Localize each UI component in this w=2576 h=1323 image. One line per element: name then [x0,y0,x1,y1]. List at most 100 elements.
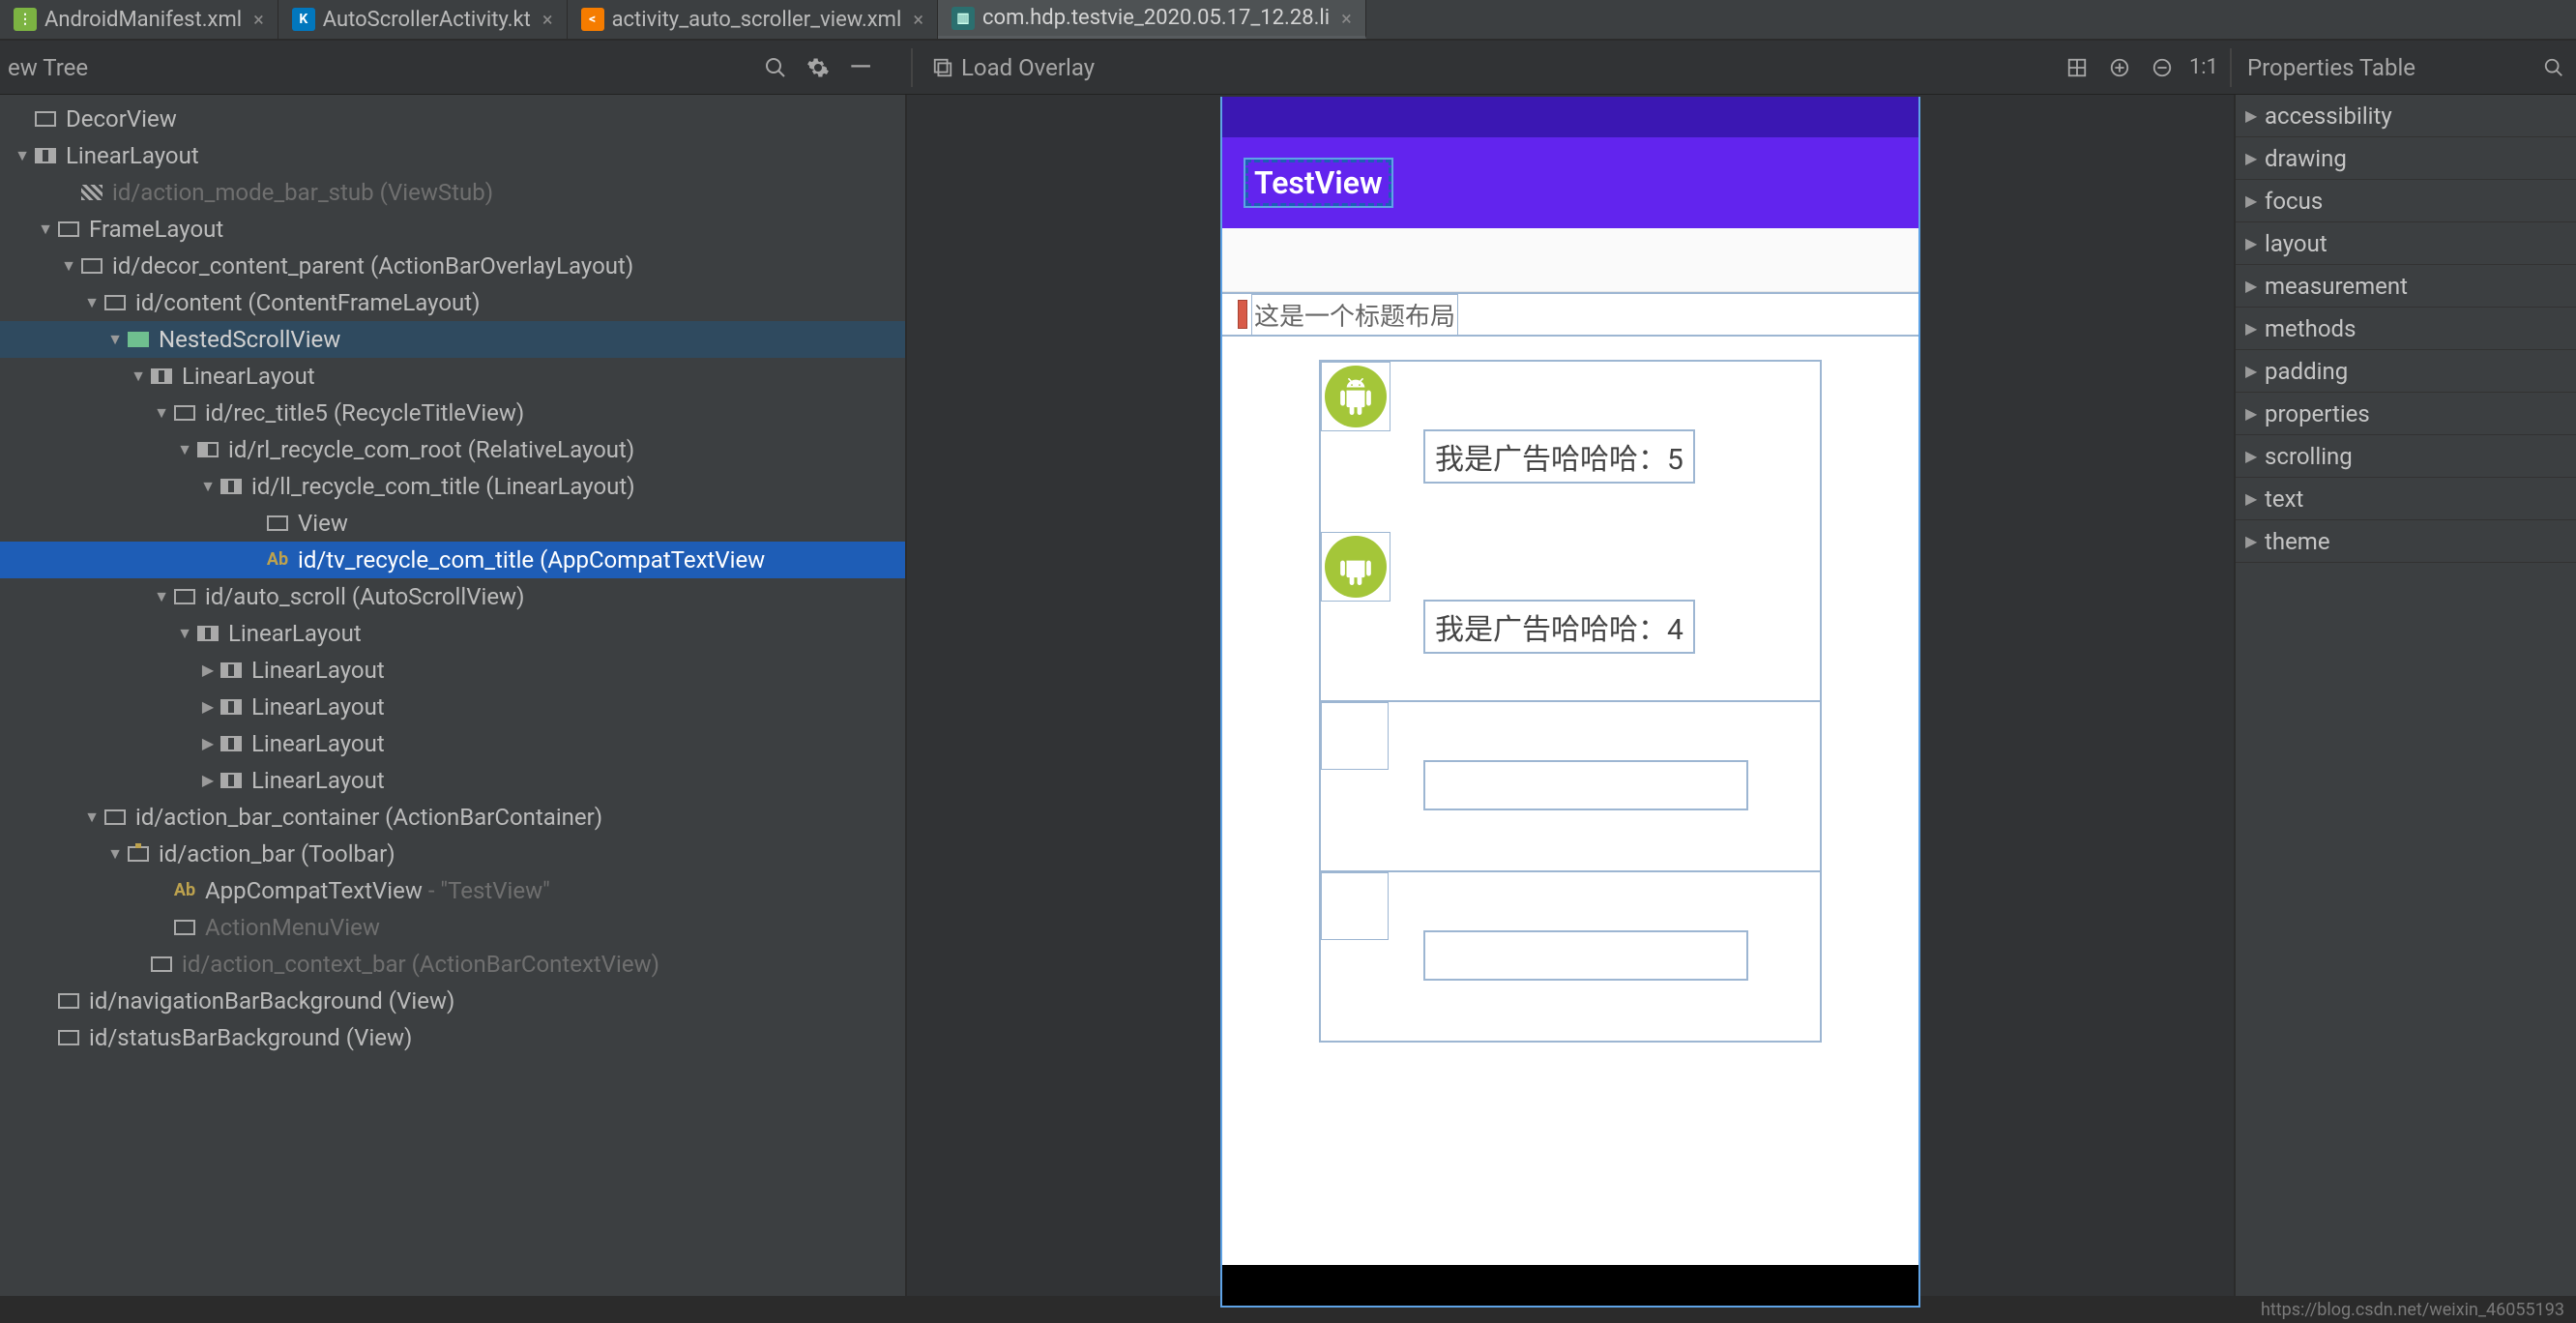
tree-node-actionbaroverlay[interactable]: ▼id/decor_content_parent (ActionBarOverl… [0,248,905,284]
property-group-drawing[interactable]: ▶drawing [2236,137,2576,180]
section-title-text: 这是一个标题布局 [1251,294,1458,336]
separator [911,48,913,87]
minimize-icon[interactable]: — [839,46,882,89]
property-group-methods[interactable]: ▶methods [2236,308,2576,350]
property-group-scrolling[interactable]: ▶scrolling [2236,435,2576,478]
property-group-focus[interactable]: ▶focus [2236,180,2576,222]
tab-manifest[interactable]: ⋮ AndroidManifest.xml × [0,0,278,39]
tree-node-viewstub[interactable]: id/action_mode_bar_stub (ViewStub) [0,174,905,211]
ad-item[interactable]: 我是广告哈哈哈：5 [1321,362,1820,532]
tree-toolbar: — [754,46,882,89]
file-icon: K [292,8,315,31]
app-bar: TestView [1222,137,1918,228]
ad-item-empty[interactable] [1321,702,1820,872]
close-icon[interactable]: × [1341,7,1352,30]
zoom-in-icon[interactable] [2098,46,2141,89]
property-group-properties[interactable]: ▶properties [2236,393,2576,435]
tree-node-recycle-title[interactable]: ▼id/rec_title5 (RecycleTitleView) [0,395,905,431]
section-title-row[interactable]: 这是一个标题布局 [1222,292,1918,337]
property-group-text[interactable]: ▶text [2236,478,2576,520]
panel-title-view-tree: ew Tree [0,54,92,81]
separator [2230,48,2232,87]
gear-icon[interactable] [797,46,839,89]
tab-layout-inspector[interactable]: ▥ com.hdp.testvie_2020.05.17_12.28.li × [938,0,1366,39]
tree-node-contentframe[interactable]: ▼id/content (ContentFrameLayout) [0,284,905,321]
device-frame: TestView 这是一个标题布局 我是广告哈哈哈：5 [1220,97,1920,1308]
grid-icon[interactable] [2056,46,2098,89]
ad-text: 我是广告哈哈哈：4 [1423,600,1695,654]
property-group-padding[interactable]: ▶padding [2236,350,2576,393]
avatar-box [1321,872,1389,940]
close-icon[interactable]: × [542,8,553,31]
tab-activity-kt[interactable]: K AutoScrollerActivity.kt × [278,0,568,39]
tree-node-statusbg[interactable]: id/statusBarBackground (View) [0,1019,905,1056]
android-avatar-icon [1325,366,1387,427]
tab-layout-xml[interactable]: < activity_auto_scroller_view.xml × [568,0,938,39]
red-indicator [1238,300,1247,329]
property-group-layout[interactable]: ▶layout [2236,222,2576,265]
property-group-theme[interactable]: ▶theme [2236,520,2576,563]
tree-node-appcompat-tv[interactable]: Abid/tv_recycle_com_title (AppCompatText… [0,542,905,578]
avatar-box [1321,532,1390,602]
avatar-box [1321,362,1390,431]
file-icon: ⋮ [14,8,37,31]
layout-preview[interactable]: TestView 这是一个标题布局 我是广告哈哈哈：5 [907,95,2236,1296]
property-group-measurement[interactable]: ▶measurement [2236,265,2576,308]
scroll-card: 我是广告哈哈哈：5 我是广告哈哈哈：4 [1319,360,1822,702]
tree-node-linearlayout[interactable]: ▼LinearLayout [0,358,905,395]
android-avatar-icon [1325,536,1387,598]
tab-label: AndroidManifest.xml [44,8,242,32]
tree-node-linearlayout[interactable]: ▼LinearLayout [0,615,905,652]
tree-node-navbg[interactable]: id/navigationBarBackground (View) [0,983,905,1019]
ad-text-empty [1423,760,1748,810]
tree-node-decorview[interactable]: DecorView [0,101,905,137]
preview-toolbar: 1:1 [2056,46,2228,89]
close-icon[interactable]: × [913,8,923,31]
tree-node-appcompat-tv2[interactable]: AbAppCompatTextView - "TestView" [0,872,905,909]
tree-node-framelayout[interactable]: ▼FrameLayout [0,211,905,248]
tab-label: AutoScrollerActivity.kt [323,8,531,32]
tree-node-view[interactable]: View [0,505,905,542]
navigation-bar [1222,1265,1918,1306]
ad-text: 我是广告哈哈哈：5 [1423,429,1695,484]
tree-node-linearlayout[interactable]: ▶LinearLayout [0,762,905,799]
tree-node-autoscroll[interactable]: ▼id/auto_scroll (AutoScrollView) [0,578,905,615]
tree-node-toolbar[interactable]: ▼id/action_bar (Toolbar) [0,836,905,872]
scroll-card [1319,872,1822,1043]
load-overlay-label: Load Overlay [961,54,1095,81]
tree-node-actionbar-container[interactable]: ▼id/action_bar_container (ActionBarConta… [0,799,905,836]
load-overlay-button[interactable]: Load Overlay [919,46,1108,89]
property-group-accessibility[interactable]: ▶accessibility [2236,95,2576,137]
editor-tabs: ⋮ AndroidManifest.xml × K AutoScrollerAc… [0,0,2576,41]
component-tree[interactable]: DecorView ▼LinearLayout id/action_mode_b… [0,95,907,1296]
tree-node-nestedscroll[interactable]: ▼NestedScrollView [0,321,905,358]
tree-node-relative[interactable]: ▼id/rl_recycle_com_root (RelativeLayout) [0,431,905,468]
main-area: DecorView ▼LinearLayout id/action_mode_b… [0,95,2576,1296]
avatar-box [1321,702,1389,770]
app-title[interactable]: TestView [1245,160,1391,206]
tab-label: com.hdp.testvie_2020.05.17_12.28.li [982,6,1330,30]
blank-area [1222,228,1918,292]
inspector-icon: ▥ [951,7,975,30]
ad-item[interactable]: 我是广告哈哈哈：4 [1321,532,1820,702]
file-icon: < [581,8,604,31]
tree-node-linearlayout[interactable]: ▼LinearLayout [0,137,905,174]
tab-label: activity_auto_scroller_view.xml [612,8,902,32]
tree-node-linearlayout[interactable]: ▶LinearLayout [0,689,905,725]
footer-text: https://blog.csdn.net/weixin_46055193 [2261,1300,2564,1320]
tool-row: ew Tree — Load Overlay 1:1 [0,41,2576,95]
tree-node-linearlayout[interactable]: ▶LinearLayout [0,725,905,762]
tree-node-actionmenu[interactable]: ActionMenuView [0,909,905,946]
close-icon[interactable]: × [253,8,264,31]
search-icon[interactable] [754,46,797,89]
status-bar [1222,97,1918,137]
properties-panel: Properties Table ▶accessibility▶drawing▶… [2236,95,2576,1296]
tree-node-ll-title[interactable]: ▼id/ll_recycle_com_title (LinearLayout) [0,468,905,505]
zoom-out-icon[interactable] [2141,46,2183,89]
tree-node-linearlayout[interactable]: ▶LinearLayout [0,652,905,689]
scroll-card [1319,702,1822,872]
ad-text-empty [1423,930,1748,981]
ad-item-empty[interactable] [1321,872,1820,1043]
zoom-ratio[interactable]: 1:1 [2183,55,2224,79]
tree-node-contextbar[interactable]: id/action_context_bar (ActionBarContextV… [0,946,905,983]
